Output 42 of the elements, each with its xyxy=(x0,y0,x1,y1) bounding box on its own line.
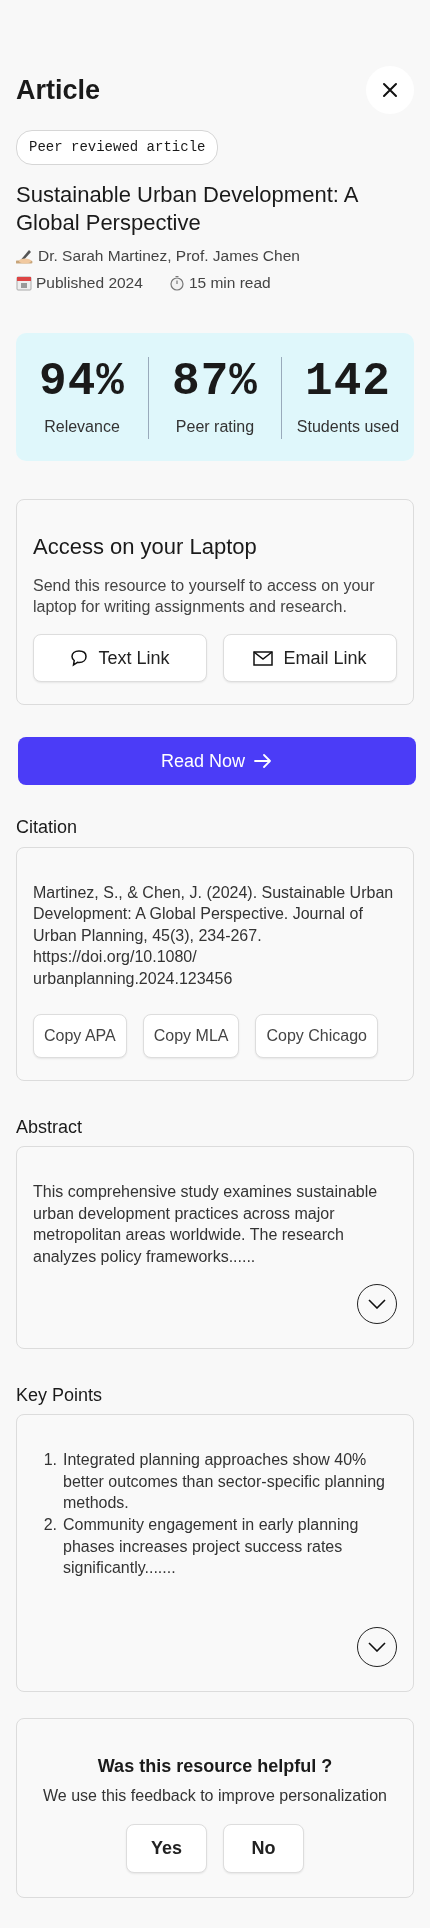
close-icon xyxy=(382,82,398,98)
stat-value: 142 xyxy=(304,356,392,408)
calendar-icon xyxy=(16,274,32,291)
copy-citation-button[interactable]: Copy APA xyxy=(33,1013,127,1058)
list-number: 1. xyxy=(42,1450,57,1471)
mail-icon xyxy=(253,650,274,667)
feedback-button[interactable]: No xyxy=(223,1823,304,1873)
published-year: Published 2024 xyxy=(36,273,143,294)
citation-text: Martinez, S., & Chen, J. (2024). Sustainable Urban Development: A Global Perspective. Journal of Urban Planning, 45(3), 234-267. https://doi.org/10.1080/ urbanplanning.2024.123456 xyxy=(33,882,395,990)
article-type-tag: Peer reviewed article xyxy=(16,130,219,165)
stat-label: Students used xyxy=(295,417,401,438)
speech-bubble-icon xyxy=(70,649,89,668)
section-heading: Citation xyxy=(16,817,79,839)
stopwatch-icon xyxy=(168,274,185,291)
card-description: Send this resource to yourself to access on your laptop for writing assignments and research. xyxy=(33,576,376,618)
close-button[interactable] xyxy=(366,66,414,114)
stat-label: Relevance xyxy=(43,417,121,438)
section-heading: Key Points xyxy=(16,1384,104,1407)
stat-label: Peer rating xyxy=(174,417,256,438)
email-link-button[interactable]: Email Link xyxy=(223,634,397,683)
list-number: 2. xyxy=(42,1515,57,1535)
feedback-button[interactable]: Yes xyxy=(126,1823,207,1873)
key-point-text: Community engagement in early planning phases increases project success rates significantly....... xyxy=(63,1515,360,1579)
abstract-text: This comprehensive study examines sustainable urban development practices across major metropolitan areas worldwide. The research analyzes policy frameworks...... xyxy=(33,1182,379,1267)
authors: Dr. Sarah Martinez, Prof. James Chen xyxy=(38,246,300,266)
feedback-question: Was this resource helpful ? xyxy=(96,1754,334,1778)
article-title: Sustainable Urban Development: A Global Perspective xyxy=(16,181,359,236)
copy-citation-button[interactable]: Copy MLA xyxy=(142,1013,240,1058)
section-heading: Abstract xyxy=(16,1116,84,1139)
feedback-note: We use this feedback to improve personalization xyxy=(42,1785,388,1806)
stat-value: 94% xyxy=(38,356,126,408)
chevron-down-icon xyxy=(368,1641,386,1652)
stat-value: 87% xyxy=(171,356,259,408)
page-title: Article xyxy=(16,73,101,107)
read-time: 15 min read xyxy=(188,273,271,294)
copy-citation-button[interactable]: Copy Chicago xyxy=(255,1013,378,1058)
read-now-button[interactable]: Read Now xyxy=(18,737,416,786)
key-point-text: Integrated planning approaches show 40% better outcomes than sector-specific planning methods. xyxy=(63,1450,386,1514)
card-title: Access on your Laptop xyxy=(33,534,258,561)
arrow-right-icon xyxy=(253,753,273,770)
text-link-button[interactable]: Text Link xyxy=(33,634,207,683)
chevron-down-icon xyxy=(368,1298,386,1309)
